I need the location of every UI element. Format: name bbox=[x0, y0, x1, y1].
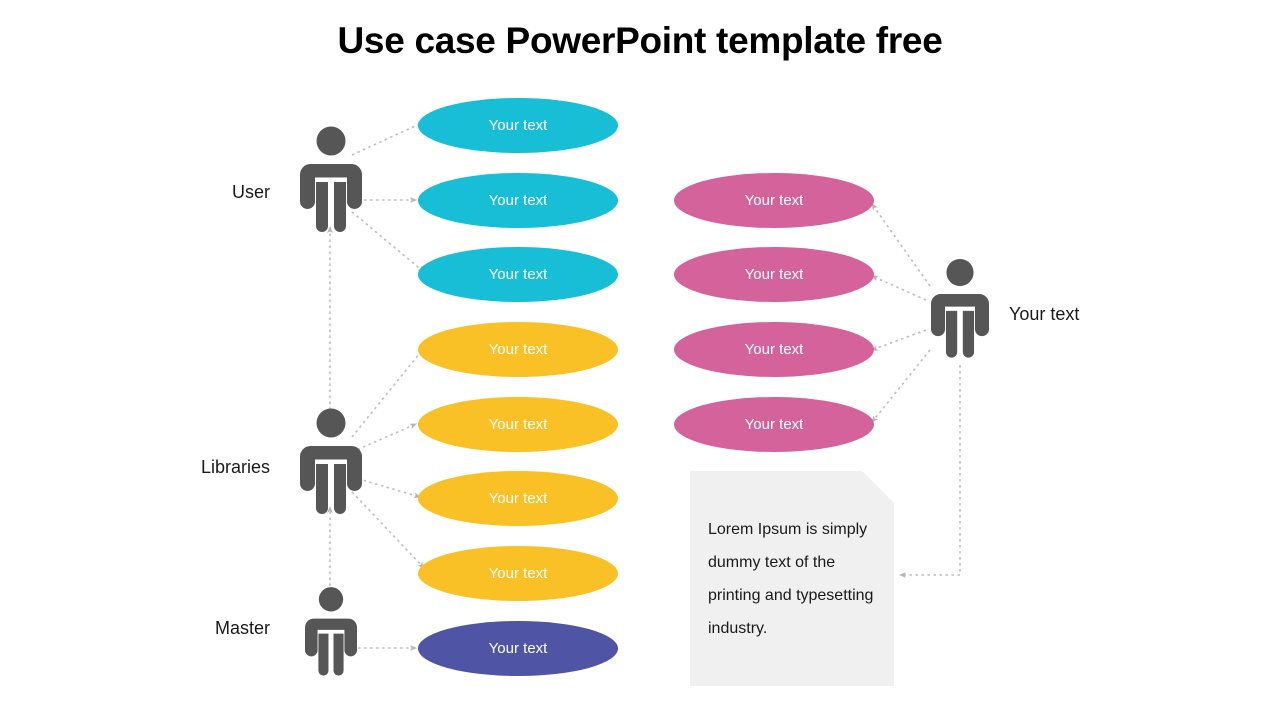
use-case-ellipse[interactable]: Your text bbox=[418, 471, 618, 526]
use-case-ellipse[interactable]: Your text bbox=[418, 397, 618, 452]
use-case-ellipse[interactable]: Your text bbox=[418, 98, 618, 153]
actor-label-user: User bbox=[231, 182, 270, 202]
connector-layer bbox=[327, 121, 961, 651]
use-case-ellipse[interactable]: Your text bbox=[418, 322, 618, 377]
actor-label-master: Master bbox=[214, 618, 270, 638]
actor-user[interactable] bbox=[300, 126, 362, 234]
use-case-ellipse[interactable]: Your text bbox=[418, 173, 618, 228]
person-icon bbox=[931, 258, 989, 358]
use-case-label: Your text bbox=[744, 192, 804, 209]
use-case-ellipse[interactable]: Your text bbox=[674, 247, 874, 302]
actor-label-right: Your text bbox=[1009, 304, 1080, 324]
use-case-label: Your text bbox=[744, 341, 804, 358]
use-case-ellipse[interactable]: Your text bbox=[674, 173, 874, 228]
use-case-label: Your text bbox=[488, 490, 548, 507]
use-case-label: Your text bbox=[488, 416, 548, 433]
slide-canvas: Use case PowerPoint template free Your t… bbox=[0, 0, 1280, 720]
use-case-ellipse[interactable]: Your text bbox=[418, 546, 618, 601]
connector-group-user bbox=[351, 121, 425, 273]
use-case-label: Your text bbox=[744, 416, 804, 433]
use-case-label: Your text bbox=[488, 117, 548, 134]
note-text: Lorem Ipsum is simply dummy text of the … bbox=[708, 521, 874, 637]
use-case-ellipse[interactable]: Your text bbox=[418, 621, 618, 676]
page-title: Use case PowerPoint template free bbox=[337, 20, 943, 61]
use-case-label: Your text bbox=[488, 640, 548, 657]
use-case-ellipse[interactable]: Your text bbox=[418, 247, 618, 302]
actor-label-libraries: Libraries bbox=[200, 457, 270, 477]
person-icon bbox=[300, 126, 362, 232]
person-icon bbox=[305, 587, 357, 676]
use-case-label: Your text bbox=[488, 341, 548, 358]
person-icon bbox=[300, 408, 362, 514]
use-case-label: Your text bbox=[488, 266, 548, 283]
actor-master[interactable] bbox=[305, 586, 357, 678]
use-case-ellipse[interactable]: Your text bbox=[674, 322, 874, 377]
use-case-ellipse[interactable]: Your text bbox=[674, 397, 874, 452]
connector-group-libraries bbox=[327, 226, 425, 569]
use-case-label: Your text bbox=[488, 565, 548, 582]
actor-right[interactable] bbox=[931, 258, 989, 360]
use-case-label: Your text bbox=[744, 266, 804, 283]
use-case-label: Your text bbox=[488, 192, 548, 209]
note-box: Lorem Ipsum is simply dummy text of the … bbox=[690, 471, 894, 686]
actor-libraries[interactable] bbox=[300, 408, 362, 516]
